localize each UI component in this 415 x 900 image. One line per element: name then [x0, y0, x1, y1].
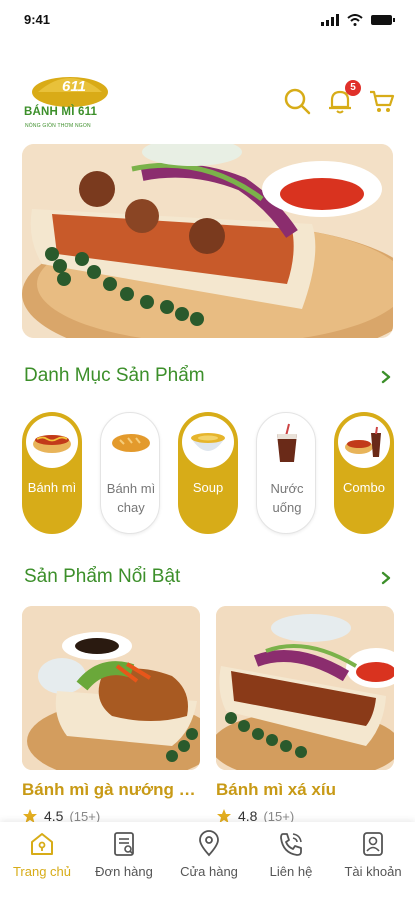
- svg-text:611: 611: [62, 78, 86, 95]
- wifi-icon: [347, 14, 363, 26]
- category-item-soup[interactable]: Soup: [178, 412, 238, 534]
- bell-icon[interactable]: 5: [325, 80, 361, 116]
- nav-item-orders[interactable]: Đơn hàng: [84, 830, 164, 879]
- category-label: Nước uống: [270, 481, 304, 515]
- nav-label: Trang chủ: [12, 864, 72, 879]
- orders-icon: [114, 832, 134, 856]
- nav-label: Cửa hàng: [180, 864, 238, 879]
- category-label: Bánh mì: [27, 480, 77, 495]
- categories-chevron-right-icon[interactable]: [379, 370, 393, 384]
- promo-banner[interactable]: [22, 144, 393, 338]
- product-image: [216, 606, 394, 770]
- hotdog-icon: [26, 416, 78, 468]
- search-icon[interactable]: [282, 86, 312, 116]
- category-list: Bánh mì Bánh mì chay Soup Nước uống Comb…: [22, 412, 402, 538]
- signal-icon: [321, 14, 339, 26]
- brand-logo[interactable]: 611 BÁNH MÌ 611 NÓNG GIÒN THƠM NGON: [22, 68, 117, 129]
- category-item-banh-mi[interactable]: Bánh mì: [22, 412, 82, 534]
- soup-bowl-icon: [182, 416, 234, 468]
- product-card[interactable]: Bánh mì xá xíu 4.8 (15+): [216, 606, 394, 824]
- product-name: Bánh mì xá xíu: [216, 780, 336, 799]
- brand-name: BÁNH MÌ 611: [24, 106, 98, 118]
- bread-icon: [105, 417, 157, 469]
- battery-icon: [371, 15, 395, 25]
- category-item-combo[interactable]: Combo: [334, 412, 394, 534]
- account-icon: [363, 832, 383, 856]
- nav-label: Tài khoản: [344, 864, 402, 879]
- nav-label: Liên hệ: [269, 864, 313, 879]
- status-bar: 9:41: [0, 0, 415, 40]
- bottom-navigation: Trang chủ Đơn hàng Cửa hàng Liên hệ Tài …: [0, 822, 415, 900]
- app-header: 611 BÁNH MÌ 611 NÓNG GIÒN THƠM NGON 5: [0, 62, 415, 132]
- nav-item-home[interactable]: Trang chủ: [2, 830, 82, 879]
- brand-tagline: NÓNG GIÒN THƠM NGON: [25, 123, 91, 129]
- notification-badge: 5: [345, 80, 361, 96]
- product-name: Bánh mì gà nướng mật ong: [22, 780, 200, 799]
- cart-icon[interactable]: [367, 86, 397, 116]
- categories-title: Danh Mục Sản Phẩm: [24, 365, 205, 386]
- nav-label: Đơn hàng: [95, 864, 153, 879]
- nav-item-stores[interactable]: Cửa hàng: [169, 830, 249, 879]
- featured-title: Sản Phẩm Nổi Bật: [24, 566, 181, 587]
- banner-food-image: [22, 144, 393, 338]
- status-time: 9:41: [24, 12, 51, 27]
- nav-item-account[interactable]: Tài khoản: [333, 830, 413, 879]
- category-label: Combo: [343, 480, 385, 495]
- phone-icon: [280, 833, 302, 856]
- home-icon: [31, 833, 53, 855]
- drink-cup-icon: [261, 417, 313, 469]
- combo-icon: [338, 416, 390, 468]
- nav-item-contact[interactable]: Liên hệ: [251, 830, 331, 879]
- category-label: Soup: [192, 480, 224, 495]
- product-image: [22, 606, 200, 770]
- category-item-nuoc-uong[interactable]: Nước uống: [256, 412, 316, 534]
- category-label: Bánh mì chay: [106, 481, 156, 515]
- category-item-banh-mi-chay[interactable]: Bánh mì chay: [100, 412, 160, 534]
- product-card[interactable]: Bánh mì gà nướng mật ong 4.5 (15+): [22, 606, 200, 824]
- featured-chevron-right-icon[interactable]: [379, 571, 393, 585]
- location-pin-icon: [199, 830, 219, 857]
- status-icons: [321, 14, 395, 26]
